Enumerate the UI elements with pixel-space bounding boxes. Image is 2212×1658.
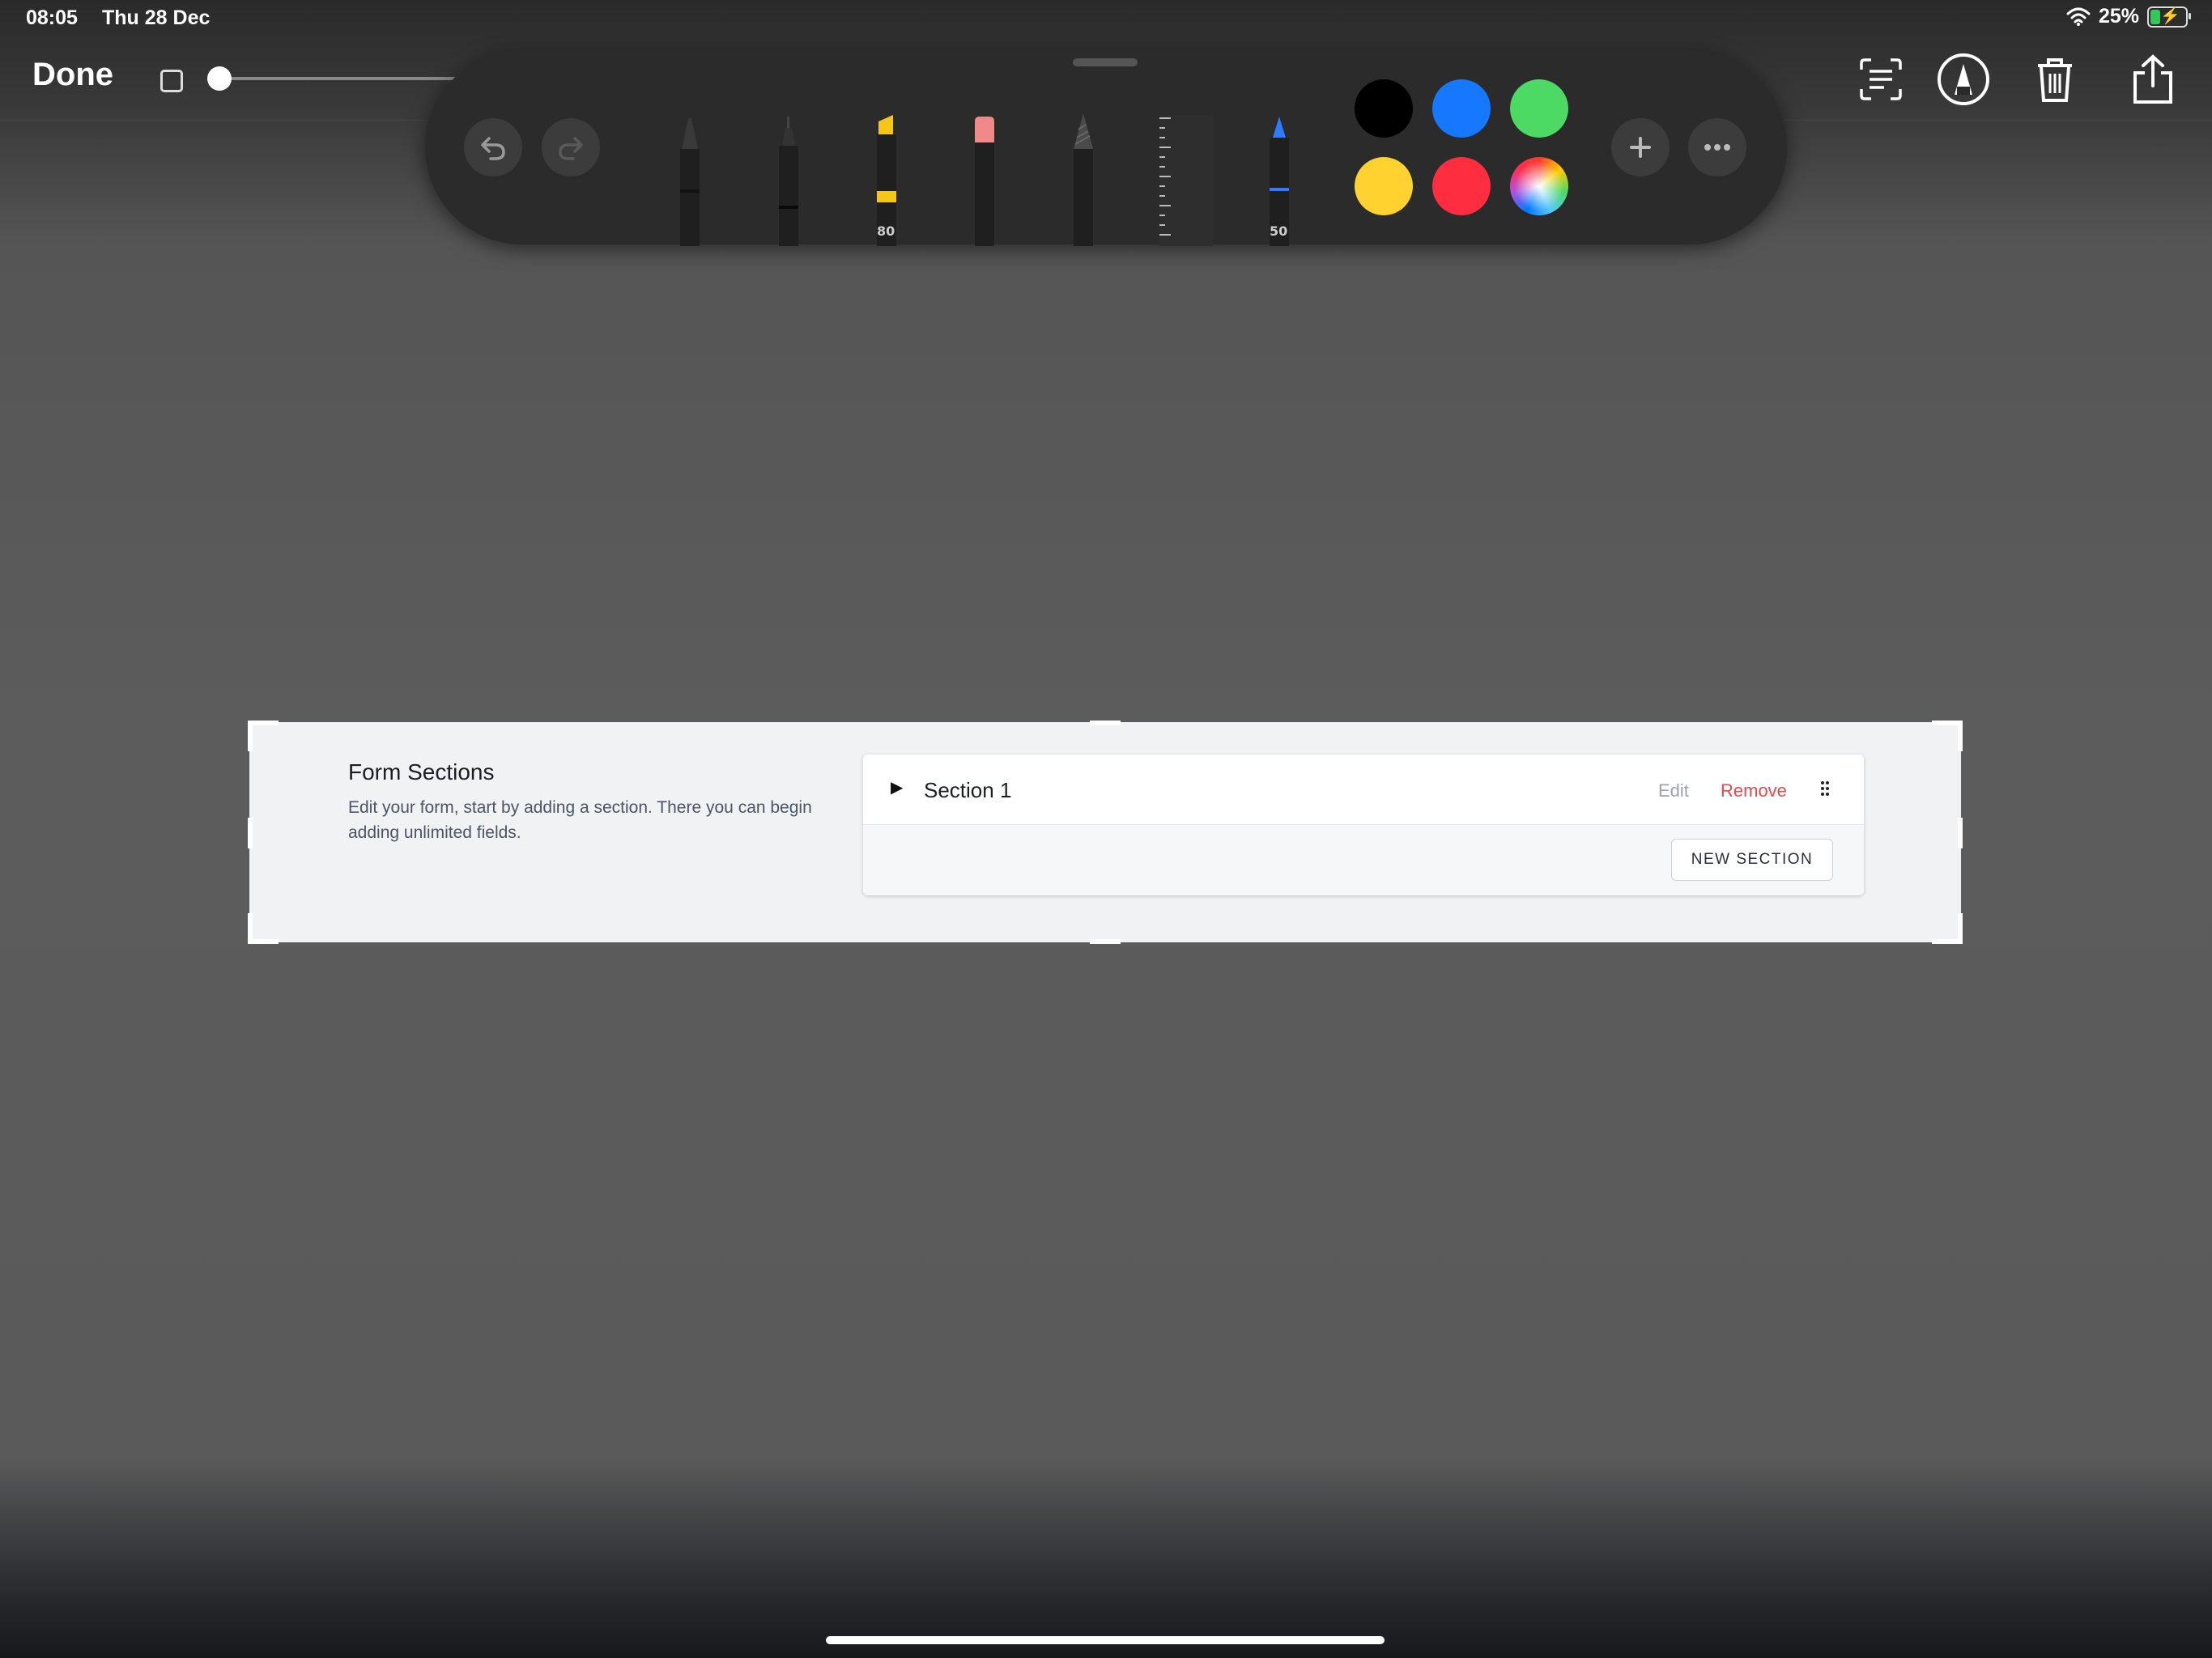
palette-grabber[interactable] <box>1073 58 1138 66</box>
crop-handle-bottom-middle[interactable] <box>1090 939 1121 944</box>
crop-handle-right-middle[interactable] <box>1958 818 1963 848</box>
trash-icon <box>2038 58 2072 102</box>
opacity-slider-track[interactable] <box>219 77 462 80</box>
color-blue[interactable] <box>1432 79 1491 138</box>
pencil-circle-icon <box>1938 53 1989 105</box>
opacity-slider-thumb[interactable] <box>207 66 232 91</box>
eraser-tool[interactable] <box>965 113 1004 250</box>
remove-section-link[interactable]: Remove <box>1721 780 1787 801</box>
color-green[interactable] <box>1510 79 1568 138</box>
ellipsis-icon <box>1704 144 1730 151</box>
ruler-tool[interactable] <box>1151 113 1216 250</box>
plus-icon <box>1630 137 1651 158</box>
fineliner-icon <box>779 117 798 246</box>
color-yellow[interactable] <box>1355 157 1413 215</box>
status-indicators: 25% ⚡ <box>2066 5 2191 28</box>
redo-button[interactable] <box>542 118 600 176</box>
pencil-mode-button[interactable] <box>1931 47 1996 112</box>
pen-icon <box>680 118 700 246</box>
add-button[interactable] <box>1611 118 1670 176</box>
done-button[interactable]: Done <box>32 57 113 93</box>
status-time: 08:05 <box>26 6 78 29</box>
color-red[interactable] <box>1432 157 1491 215</box>
crop-handle-top-left-v[interactable] <box>248 721 253 751</box>
crayon-size-label: 50 <box>1270 223 1288 239</box>
new-section-button[interactable]: NEW SECTION <box>1671 839 1833 881</box>
pencil-icon <box>1074 113 1093 246</box>
pen-tool[interactable] <box>670 113 709 250</box>
section-title[interactable]: Section 1 <box>924 778 1011 803</box>
ruler-icon <box>1159 115 1213 246</box>
tool-palette <box>425 50 1787 244</box>
edit-section-link[interactable]: Edit <box>1658 780 1689 801</box>
status-date: Thu 28 Dec <box>102 6 211 29</box>
share-button[interactable] <box>2121 47 2185 112</box>
battery-percent: 25% <box>2098 5 2139 28</box>
crop-handle-left-middle[interactable] <box>248 818 253 848</box>
undo-button[interactable] <box>464 118 522 176</box>
battery-icon: ⚡ <box>2147 6 2191 28</box>
crop-handle-bottom-right-v[interactable] <box>1958 913 1963 944</box>
crop-handle-top-middle[interactable] <box>1090 721 1121 725</box>
crop-handle-bottom-left-v[interactable] <box>248 913 253 944</box>
text-scan-icon <box>1860 58 1902 100</box>
redo-icon <box>559 137 583 160</box>
eraser-icon <box>975 117 994 246</box>
undo-icon <box>481 137 505 160</box>
form-sections-title: Form Sections <box>348 759 495 784</box>
opacity-square-icon <box>160 70 183 92</box>
crayon-tool[interactable]: 50 <box>1260 113 1299 250</box>
color-black[interactable] <box>1355 79 1413 138</box>
wifi-icon <box>2066 7 2091 26</box>
expand-triangle-icon[interactable]: ▶ <box>891 777 903 797</box>
form-sections-description: Edit your form, start by adding a sectio… <box>348 798 812 842</box>
home-indicator[interactable] <box>826 1636 1385 1644</box>
drag-handle-icon[interactable] <box>1820 780 1830 801</box>
highlighter-tool[interactable]: 80 <box>867 113 906 250</box>
fineliner-tool[interactable] <box>769 113 808 250</box>
more-button[interactable] <box>1688 118 1746 176</box>
delete-button[interactable] <box>2023 47 2087 112</box>
highlighter-size-label: 80 <box>877 223 895 239</box>
text-recognition-button[interactable] <box>1848 47 1913 112</box>
pencil-tool[interactable] <box>1064 113 1103 250</box>
crop-handle-top-right-v[interactable] <box>1958 721 1963 751</box>
color-picker-spectrum[interactable] <box>1510 157 1568 215</box>
share-icon <box>2133 54 2172 104</box>
